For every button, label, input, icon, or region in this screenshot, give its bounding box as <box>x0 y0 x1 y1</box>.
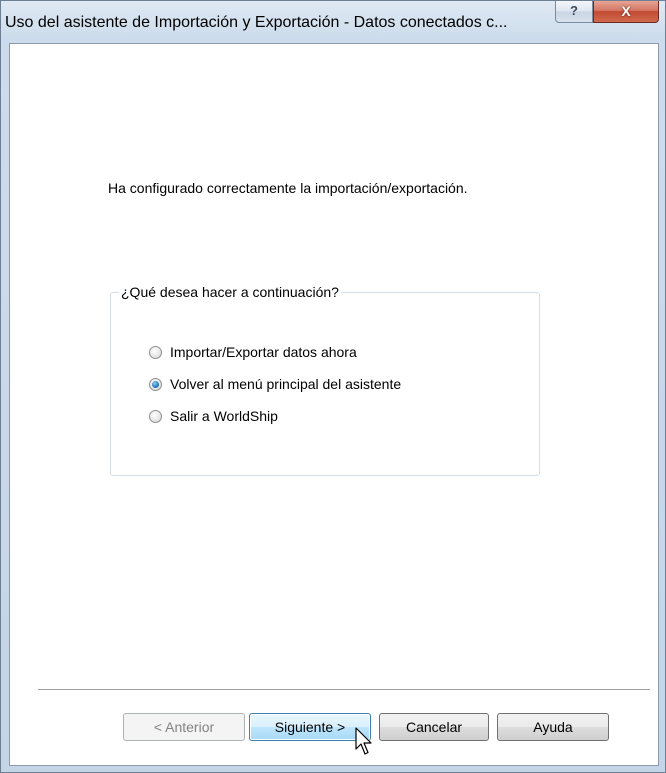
back-button[interactable]: < Anterior <box>123 713 245 741</box>
option-return-main-menu[interactable]: Volver al menú principal del asistente <box>149 375 401 393</box>
mouse-pointer-icon <box>355 727 372 755</box>
radio-exit-worldship[interactable] <box>149 409 162 423</box>
option-exit-worldship[interactable]: Salir a WorldShip <box>149 407 278 425</box>
success-message: Ha configurado correctamente la importac… <box>108 180 468 196</box>
option-label: Importar/Exportar datos ahora <box>170 344 357 360</box>
title-bar[interactable]: Uso del asistente de Importación y Expor… <box>1 1 665 41</box>
wizard-content-panel: Ha configurado correctamente la importac… <box>9 43 659 766</box>
next-action-group: ¿Qué desea hacer a continuación? Importa… <box>110 284 540 476</box>
radio-return-main-menu[interactable] <box>149 377 162 391</box>
radio-import-export-now[interactable] <box>149 345 162 359</box>
help-title-button[interactable]: ? <box>555 1 593 23</box>
question-mark-icon: ? <box>570 3 578 18</box>
wizard-window: Uso del asistente de Importación y Expor… <box>0 0 666 773</box>
window-title: Uso del asistente de Importación y Expor… <box>5 14 508 31</box>
close-icon: X <box>621 3 631 19</box>
close-button[interactable]: X <box>593 1 659 23</box>
footer-separator <box>38 689 650 691</box>
help-button[interactable]: Ayuda <box>497 713 609 741</box>
group-legend: ¿Qué desea hacer a continuación? <box>119 284 341 300</box>
option-label: Volver al menú principal del asistente <box>170 376 402 392</box>
option-import-export-now[interactable]: Importar/Exportar datos ahora <box>149 343 357 361</box>
next-button[interactable]: Siguiente > <box>249 713 371 741</box>
option-label: Salir a WorldShip <box>170 408 278 424</box>
cancel-button[interactable]: Cancelar <box>379 713 489 741</box>
